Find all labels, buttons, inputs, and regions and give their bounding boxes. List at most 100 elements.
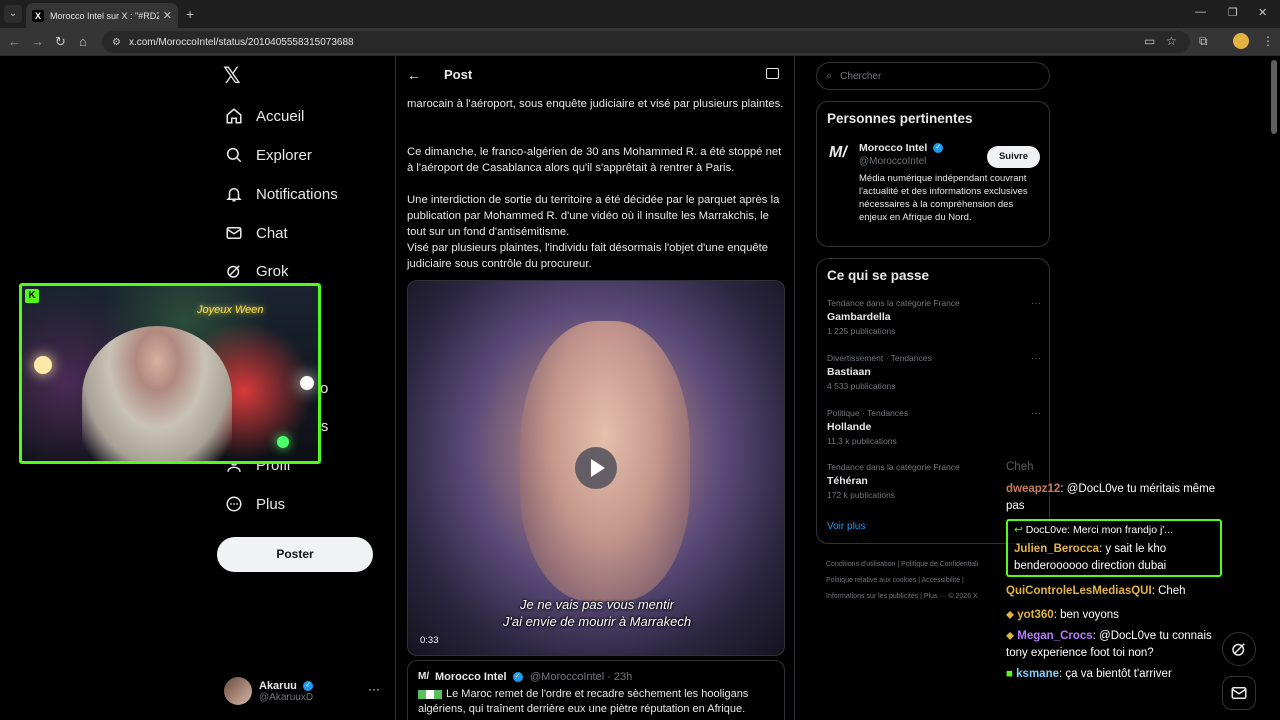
nav-item-grok[interactable]: Grok bbox=[224, 257, 289, 285]
menu-icon[interactable]: ⋮ bbox=[1262, 34, 1274, 48]
chat-message: dweapz12: @DocL0ve tu méritais même pas bbox=[1006, 481, 1226, 515]
mail-icon bbox=[224, 223, 244, 243]
streamer bbox=[82, 326, 232, 461]
bell-icon bbox=[224, 184, 244, 204]
play-icon bbox=[591, 459, 605, 477]
close-window-icon[interactable]: ✕ bbox=[1258, 6, 1267, 19]
search-input[interactable]: ⌕ Chercher bbox=[816, 62, 1050, 90]
quoted-post[interactable]: M/ Morocco Intel ✓ @MoroccoIntel · 23h L… bbox=[407, 660, 785, 720]
back-icon[interactable]: ← bbox=[8, 34, 21, 49]
quoted-author: Morocco Intel ✓ bbox=[435, 671, 523, 683]
kick-logo-icon: K bbox=[25, 289, 39, 303]
morocco-intel-logo-icon[interactable]: M/ bbox=[829, 144, 847, 162]
trend-name: Bastiaan bbox=[827, 366, 871, 378]
post-button[interactable]: Poster bbox=[217, 537, 373, 572]
reader-icon[interactable] bbox=[766, 68, 779, 79]
chat-text: : ça va bientôt t'arriver bbox=[1059, 668, 1172, 680]
new-tab-button[interactable]: + bbox=[186, 6, 194, 22]
nav-item-more[interactable]: Plus bbox=[224, 490, 285, 518]
chat-username: QuiControleLesMediasQUI bbox=[1006, 585, 1152, 597]
nav-item-chat[interactable]: Chat bbox=[224, 219, 288, 247]
tab-list-button[interactable]: ⌄ bbox=[4, 5, 22, 23]
nav-label: Chat bbox=[256, 224, 288, 242]
relevant-name[interactable]: Morocco Intel ✓ bbox=[859, 142, 944, 154]
page-scrollbar[interactable] bbox=[1268, 56, 1280, 720]
relevant-bio: Média numérique indépendant couvrant l'a… bbox=[859, 173, 1028, 223]
x-logo-icon[interactable]: 𝕏 bbox=[223, 64, 247, 88]
show-more-link[interactable]: Voir plus bbox=[827, 521, 865, 532]
post-header: ← Post bbox=[396, 56, 794, 96]
trend-category: Politique · Tendances bbox=[827, 408, 909, 418]
trend-item[interactable]: Divertissement · Tendances Bastiaan 4 53… bbox=[827, 353, 1041, 391]
nav-label: Accueil bbox=[256, 107, 305, 125]
footer-link[interactable]: Politique relative aux cookies | Accessi… bbox=[826, 573, 1026, 589]
reply-icon: ↩ bbox=[1014, 524, 1023, 536]
chat-username: dweapz12 bbox=[1006, 483, 1061, 495]
search-placeholder: Chercher bbox=[840, 70, 882, 82]
nav-label: Explorer bbox=[256, 146, 312, 164]
browser-toolbar: ← → ↻ ⌂ ⚙ x.com/MoroccoIntel/status/2010… bbox=[0, 28, 1280, 56]
more-dots-icon[interactable]: ··· bbox=[1031, 353, 1041, 364]
home-icon bbox=[224, 106, 244, 126]
account-switcher[interactable]: Akaruu ✓ @AkaruuxD ··· bbox=[224, 674, 384, 708]
scrollbar-thumb[interactable] bbox=[1271, 60, 1277, 134]
card-title: Ce qui se passe bbox=[827, 268, 930, 283]
footer-link[interactable]: Informations sur les publicités | Plus ·… bbox=[826, 589, 1026, 605]
follow-button[interactable]: Suivre bbox=[987, 146, 1040, 168]
x-favicon-icon: X bbox=[32, 9, 44, 22]
badge-icon: ■ bbox=[1006, 668, 1017, 680]
chat-message: Cheh bbox=[1006, 461, 1034, 473]
video-subtitle: Je ne vais pas vous mentir bbox=[520, 597, 674, 612]
minimize-icon[interactable]: — bbox=[1195, 6, 1206, 18]
messages-float-button[interactable] bbox=[1222, 676, 1256, 710]
quoted-meta: @MoroccoIntel · 23h bbox=[530, 671, 633, 683]
neon-sign: Joyeux Ween bbox=[197, 304, 264, 316]
webcam-overlay: K Joyeux Ween bbox=[19, 283, 321, 464]
account-handle: @AkaruuxD bbox=[259, 691, 314, 703]
play-button[interactable] bbox=[575, 447, 617, 489]
back-arrow-icon[interactable]: ← bbox=[407, 67, 421, 83]
chat-message: ⬥ Megan_Crocs: @DocL0ve tu connais tony … bbox=[1006, 628, 1226, 662]
browser-tab[interactable]: X Morocco Intel sur X : "#RDZMA| ✕ bbox=[26, 3, 178, 28]
trend-item[interactable]: Tendance dans la catégorie France Gambar… bbox=[827, 298, 1041, 336]
quoted-text: Le Maroc remet de l'ordre et recadre sèc… bbox=[418, 688, 749, 715]
footer-link[interactable]: Conditions d'utilisation | Politique de … bbox=[826, 557, 1026, 573]
forward-icon[interactable]: → bbox=[31, 34, 44, 49]
nav-item-notifications[interactable]: Notifications bbox=[224, 180, 338, 208]
cast-icon[interactable]: ▭ bbox=[1144, 34, 1155, 48]
trend-item[interactable]: Politique · Tendances Hollande 11,3 k pu… bbox=[827, 408, 1041, 446]
chat-username: Megan_Crocs bbox=[1017, 630, 1093, 642]
browser-tab-bar: ⌄ X Morocco Intel sur X : "#RDZMA| ✕ + —… bbox=[0, 0, 1280, 28]
nav-item-explore[interactable]: Explorer bbox=[224, 141, 312, 169]
more-dots-icon[interactable]: ··· bbox=[1031, 298, 1041, 309]
site-info-icon[interactable]: ⚙ bbox=[112, 37, 121, 48]
verified-icon: ✓ bbox=[933, 143, 944, 154]
post-column: ← Post marocain à l'aéroport, sous enquê… bbox=[395, 56, 795, 720]
close-tab-icon[interactable]: ✕ bbox=[163, 9, 172, 22]
address-bar[interactable]: ⚙ x.com/MoroccoIntel/status/201040555831… bbox=[102, 31, 1190, 53]
light-icon bbox=[34, 356, 52, 374]
video-player[interactable]: Je ne vais pas vous mentir J'ai envie de… bbox=[407, 280, 785, 656]
profile-avatar[interactable] bbox=[1233, 33, 1249, 49]
badge-icon: ⬥ bbox=[1006, 630, 1018, 642]
extensions-icon[interactable]: ⧉ bbox=[1199, 34, 1208, 49]
grok-float-button[interactable] bbox=[1222, 632, 1256, 666]
post-paragraph: Une interdiction de sortie du territoire… bbox=[407, 194, 780, 238]
restore-icon[interactable]: ❐ bbox=[1228, 6, 1238, 19]
video-subtitle: J'ai envie de mourir à Marrakech bbox=[502, 614, 692, 629]
bookmark-star-icon[interactable]: ☆ bbox=[1166, 34, 1177, 48]
trend-count: 11,3 k publications bbox=[827, 436, 897, 446]
mail-icon bbox=[1231, 687, 1247, 699]
chat-text: : ben voyons bbox=[1053, 609, 1119, 621]
trend-name: Hollande bbox=[827, 421, 872, 433]
chat-message: ■ ksmane: ça va bientôt t'arriver bbox=[1006, 666, 1226, 683]
reload-icon[interactable]: ↻ bbox=[55, 34, 66, 50]
home-button-icon[interactable]: ⌂ bbox=[79, 34, 87, 49]
chat-text: : Cheh bbox=[1151, 585, 1186, 597]
chat-username: Julien_Berocca bbox=[1014, 543, 1100, 555]
url-text: x.com/MoroccoIntel/status/20104055583150… bbox=[128, 36, 354, 48]
nav-item-home[interactable]: Accueil bbox=[224, 102, 304, 130]
more-dots-icon[interactable]: ··· bbox=[1031, 408, 1041, 419]
more-dots-icon[interactable]: ··· bbox=[368, 682, 380, 696]
trend-category: Divertissement · Tendances bbox=[827, 353, 932, 363]
